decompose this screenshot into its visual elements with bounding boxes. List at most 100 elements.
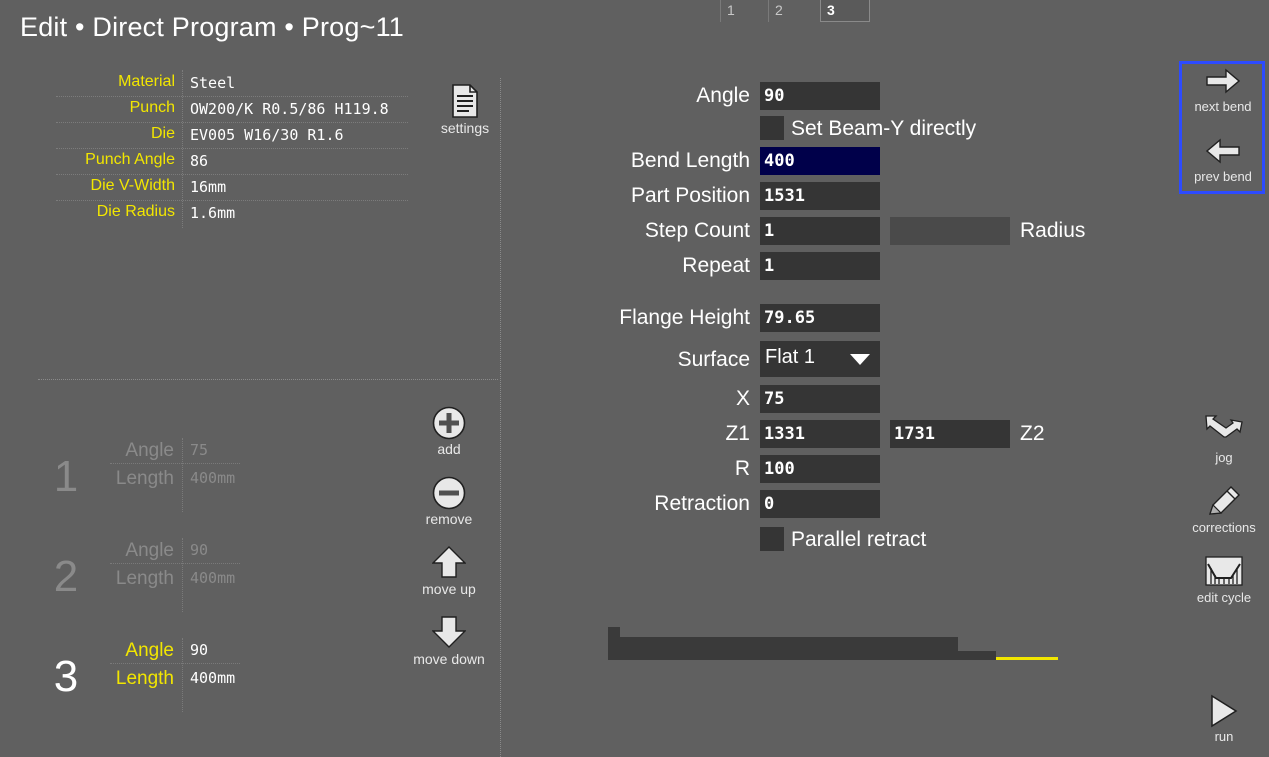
pencil-icon	[1208, 486, 1240, 515]
info-label: Punch	[129, 99, 175, 116]
prev-bend-button[interactable]: prev bend	[1182, 138, 1264, 184]
jog-label: jog	[1215, 450, 1233, 465]
bend-row-separator	[110, 563, 240, 564]
bend-angle-label: Angle	[125, 440, 174, 461]
step-count-input[interactable]: 1	[760, 217, 880, 245]
document-icon	[452, 84, 478, 118]
move-down-button[interactable]: move down	[404, 616, 494, 667]
edit-cycle-label: edit cycle	[1196, 590, 1252, 605]
arrow-right-icon	[1206, 68, 1240, 94]
arrow-down-icon	[432, 616, 466, 648]
bend-angle-label: Angle	[125, 640, 174, 661]
radius-label: Radius	[1020, 219, 1086, 242]
bend-length-label: Bend Length	[630, 149, 750, 172]
arrow-up-icon	[432, 546, 466, 578]
play-icon	[1211, 694, 1238, 728]
parallel-retract-label: Parallel retract	[791, 528, 927, 551]
bend-column-divider	[182, 638, 183, 712]
next-bend-label: next bend	[1194, 99, 1252, 114]
jog-arrows-icon	[1205, 415, 1243, 438]
info-label: Material	[118, 73, 175, 90]
info-value: OW200/K R0.5/86 H119.8	[190, 100, 389, 118]
move-down-label: move down	[413, 651, 485, 667]
surface-selected-value: Flat 1	[765, 346, 816, 368]
info-row-material: Material Steel	[56, 70, 408, 97]
settings-button[interactable]: settings	[432, 84, 498, 136]
set-beam-y-label: Set Beam-Y directly	[791, 117, 977, 140]
jog-button[interactable]: jog	[1180, 414, 1268, 465]
z2-input[interactable]: 1731	[890, 420, 1010, 448]
radius-input[interactable]	[890, 217, 1010, 245]
remove-bend-button[interactable]: remove	[404, 476, 494, 527]
angle-label: Angle	[696, 84, 750, 107]
info-label: Die V-Width	[90, 177, 175, 194]
info-row-punch-angle: Punch Angle 86	[56, 148, 408, 175]
z2-label: Z2	[1020, 422, 1045, 445]
parallel-retract-checkbox[interactable]	[760, 527, 784, 551]
bend-length-value: 400mm	[190, 469, 236, 487]
bend-length-value: 400mm	[190, 669, 236, 687]
prev-bend-label: prev bend	[1194, 169, 1252, 184]
edit-cycle-graph-icon	[1205, 556, 1243, 586]
bend-length-input[interactable]: 400	[760, 147, 880, 175]
arrow-left-icon	[1206, 138, 1240, 164]
repeat-input[interactable]: 1	[760, 252, 880, 280]
repeat-label: Repeat	[682, 254, 750, 277]
next-bend-button[interactable]: next bend	[1182, 68, 1264, 114]
panel-divider-horizontal	[38, 379, 498, 380]
info-label: Punch Angle	[85, 151, 175, 168]
part-profile-preview	[608, 627, 1058, 660]
z1-label: Z1	[725, 422, 750, 445]
bend-angle-value: 90	[190, 541, 209, 559]
flange-height-input[interactable]: 79.65	[760, 304, 880, 332]
bend-angle-value: 90	[190, 641, 209, 659]
bend-length-label: Length	[115, 468, 174, 489]
bend-number: 1	[53, 452, 79, 501]
edit-cycle-button[interactable]: edit cycle	[1180, 556, 1268, 605]
add-label: add	[437, 441, 461, 457]
corrections-button[interactable]: corrections	[1180, 484, 1268, 535]
minus-circle-icon	[432, 476, 466, 510]
info-label: Die	[150, 125, 175, 142]
tab-3[interactable]: 3	[820, 0, 870, 22]
move-up-label: move up	[422, 581, 476, 597]
retraction-input[interactable]: 0	[760, 490, 880, 518]
flange-height-label: Flange Height	[619, 306, 750, 329]
part-position-input[interactable]: 1531	[760, 182, 880, 210]
step-count-label: Step Count	[644, 219, 750, 242]
info-value: 1.6mm	[190, 204, 236, 222]
z1-input[interactable]: 1331	[760, 420, 880, 448]
bend-number: 3	[53, 652, 79, 701]
move-up-button[interactable]: move up	[404, 546, 494, 597]
panel-divider-vertical	[500, 78, 501, 757]
corrections-label: corrections	[1192, 520, 1256, 535]
x-input[interactable]: 75	[760, 385, 880, 413]
bend-length-value: 400mm	[190, 569, 236, 587]
settings-label: settings	[440, 120, 490, 136]
info-value: 86	[190, 152, 209, 170]
chevron-down-icon	[850, 354, 870, 365]
info-label: Die Radius	[96, 203, 175, 220]
info-row-die-v-width: Die V-Width 16mm	[56, 174, 408, 201]
surface-dropdown[interactable]: Flat 1	[760, 341, 880, 377]
bend-length-label: Length	[115, 568, 174, 589]
tab-1[interactable]: 1	[720, 0, 766, 22]
retraction-label: Retraction	[654, 492, 750, 515]
add-bend-button[interactable]: add	[404, 406, 494, 457]
tab-2[interactable]: 2	[768, 0, 818, 22]
x-label: X	[735, 387, 750, 410]
set-beam-y-checkbox[interactable]	[760, 116, 784, 140]
r-input[interactable]: 100	[760, 455, 880, 483]
bend-number: 2	[53, 552, 79, 601]
info-row-die: Die EV005 W16/30 R1.6	[56, 122, 408, 149]
bend-column-divider	[182, 538, 183, 612]
r-label: R	[734, 457, 750, 480]
plus-circle-icon	[432, 406, 466, 440]
page-title: Edit • Direct Program • Prog~11	[20, 12, 405, 42]
info-row-die-radius: Die Radius 1.6mm	[56, 200, 408, 226]
part-profile-shape	[608, 627, 996, 660]
info-column-divider	[182, 70, 183, 228]
remove-label: remove	[425, 511, 473, 527]
angle-input[interactable]: 90	[760, 82, 880, 110]
run-button[interactable]: run	[1190, 694, 1258, 744]
